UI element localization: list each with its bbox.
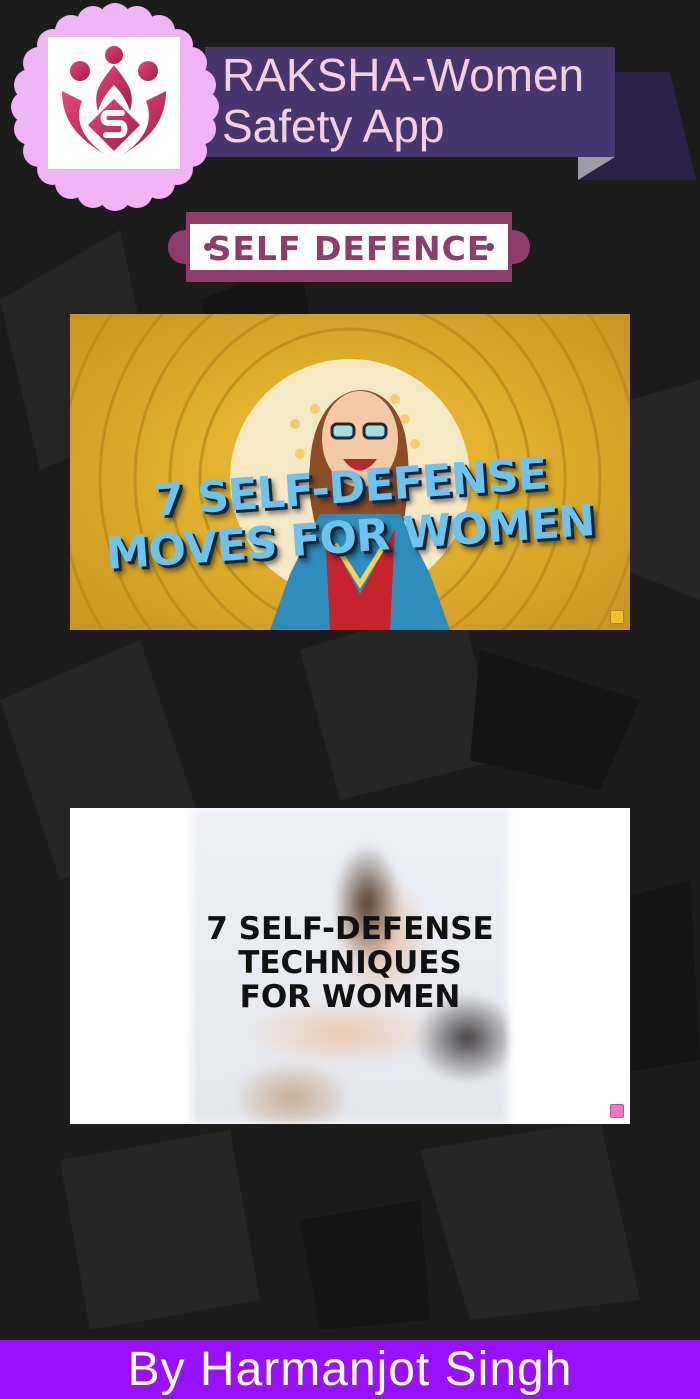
video-2-title-line1: 7 SELF-DEFENSE: [206, 911, 494, 947]
footer-bar: By Harmanjot Singh: [0, 1340, 700, 1399]
lightbulb-icon: [610, 610, 624, 624]
video-thumbnail-2[interactable]: 7 SELF-DEFENSE TECHNIQUES FOR WOMEN: [70, 808, 630, 1124]
app-title-line2: Safety App: [222, 100, 445, 152]
author-credit: By Harmanjot Singh: [127, 1343, 573, 1396]
raksha-logo-icon: [62, 46, 166, 159]
sparkle-icon: [610, 1104, 624, 1118]
video-2-title-line3: FOR WOMEN: [239, 979, 461, 1015]
app-title-line1: RAKSHA-Women: [222, 49, 585, 101]
app-logo: [48, 37, 180, 169]
video-thumbnail-1[interactable]: 7 SELF-DEFENSE MOVES FOR WOMEN: [70, 314, 630, 630]
video-2-title-line2: TECHNIQUES: [238, 945, 462, 981]
section-title: SELF DEFENCE: [207, 228, 491, 268]
